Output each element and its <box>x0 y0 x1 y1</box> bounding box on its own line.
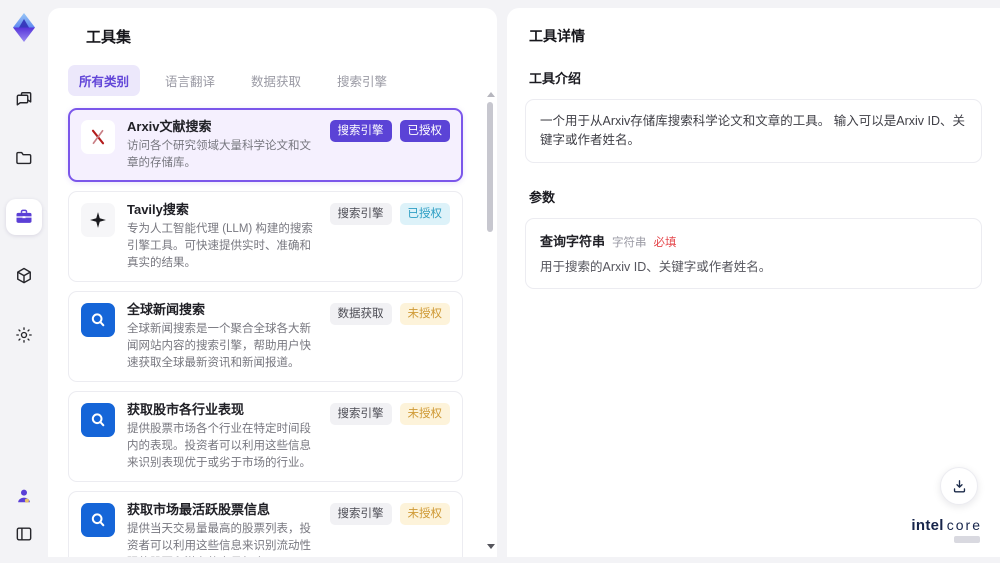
status-badge: 未授权 <box>399 303 450 325</box>
params-heading: 参数 <box>529 190 556 205</box>
status-badge: 已授权 <box>399 120 450 142</box>
tool-description: 提供当天交易量最高的股票列表，投资者可以利用这些信息来识别流动性强的股票和潜在的… <box>127 523 311 552</box>
tool-title: 获取市场最活跃股票信息 <box>127 502 271 517</box>
intel-wordmark: intel <box>911 517 944 534</box>
tool-title: 获取股市各行业表现 <box>127 402 245 417</box>
page-title: 工具集 <box>86 29 132 46</box>
category-badge: 搜索引擎 <box>329 503 392 525</box>
cube-icon <box>17 267 31 284</box>
status-badge: 未授权 <box>399 503 450 525</box>
tool-card-arxiv[interactable]: Arxiv文献搜索 访问各个研究领域大量科学论文和文章的存储库。 搜索引擎 已授… <box>68 108 463 182</box>
category-badge: 搜索引擎 <box>329 403 392 425</box>
download-button[interactable] <box>940 467 978 505</box>
tool-description: 专为人工智能代理 (LLM) 构建的搜索引擎工具。可快速提供实时、准确和真实的结… <box>127 223 313 269</box>
news-search-icon <box>81 303 115 337</box>
sidebar <box>0 0 48 563</box>
tavily-icon <box>81 203 115 237</box>
tab-language-translation[interactable]: 语言翻译 <box>154 65 226 96</box>
tool-details-panel: 工具详情 工具介绍 一个用于从Arxiv存储库搜索科学论文和文章的工具。 输入可… <box>507 8 1000 557</box>
tool-title: Arxiv文献搜索 <box>127 119 212 134</box>
nav-settings[interactable] <box>6 317 42 353</box>
tool-card-active-stocks[interactable]: 获取市场最活跃股票信息 提供当天交易量最高的股票列表，投资者可以利用这些信息来识… <box>68 491 463 557</box>
tab-data-fetching[interactable]: 数据获取 <box>240 65 312 96</box>
tool-description: 访问各个研究领域大量科学论文和文章的存储库。 <box>127 140 311 169</box>
tab-search-engine[interactable]: 搜索引擎 <box>326 65 398 96</box>
download-icon <box>953 479 965 492</box>
nav-chat[interactable] <box>6 81 42 117</box>
arxiv-icon <box>81 120 115 154</box>
tool-card-global-news[interactable]: 全球新闻搜索 全球新闻搜索是一个聚合全球各大新闻网站内容的搜索引擎，帮助用户快速… <box>68 291 463 382</box>
tool-card-sector-performance[interactable]: 获取股市各行业表现 提供股票市场各个行业在特定时间段内的表现。投资者可以利用这些… <box>68 391 463 482</box>
toolbox-icon <box>16 209 32 223</box>
chat-icon <box>16 92 32 106</box>
intel-ultra-badge <box>954 536 980 543</box>
scroll-up-arrow[interactable] <box>487 92 495 97</box>
tool-description: 提供股票市场各个行业在特定时间段内的表现。投资者可以利用这些信息来识别表现优于或… <box>127 423 311 469</box>
param-box: 查询字符串 字符串 必填 用于搜索的Arxiv ID、关键字或作者姓名。 <box>525 218 982 289</box>
list-scrollbar[interactable] <box>486 92 495 551</box>
scroll-down-arrow[interactable] <box>487 544 495 549</box>
param-name: 查询字符串 <box>540 234 606 249</box>
intro-text: 一个用于从Arxiv存储库搜索科学论文和文章的工具。 输入可以是Arxiv ID… <box>540 114 966 147</box>
panel-toggle-icon <box>16 527 32 541</box>
intro-heading: 工具介绍 <box>529 71 582 86</box>
intel-core-logo: intel core <box>911 517 982 543</box>
stock-search-icon <box>81 403 115 437</box>
tool-description: 全球新闻搜索是一个聚合全球各大新闻网站内容的搜索引擎，帮助用户快速获取全球最新资… <box>127 323 311 369</box>
category-tabs: 所有类别 语言翻译 数据获取 搜索引擎 <box>68 65 477 96</box>
nav-packages[interactable] <box>6 258 42 294</box>
param-description: 用于搜索的Arxiv ID、关键字或作者姓名。 <box>540 260 772 274</box>
category-badge: 搜索引擎 <box>329 203 392 225</box>
core-wordmark: core <box>946 517 982 533</box>
category-badge: 搜索引擎 <box>329 120 392 142</box>
tool-list: Arxiv文献搜索 访问各个研究领域大量科学论文和文章的存储库。 搜索引擎 已授… <box>68 108 477 557</box>
category-badge: 数据获取 <box>329 303 392 325</box>
param-required-badge: 必填 <box>653 237 677 249</box>
sidebar-bottom <box>9 481 39 549</box>
app-logo-icon <box>13 13 35 42</box>
tab-all-categories[interactable]: 所有类别 <box>68 65 141 96</box>
tool-list-panel: 工具集 所有类别 语言翻译 数据获取 搜索引擎 Arxiv文献搜索 访问各个研究… <box>48 8 497 557</box>
app-window: 工具集 所有类别 语言翻译 数据获取 搜索引擎 Arxiv文献搜索 访问各个研究… <box>0 0 1000 563</box>
scrollbar-thumb[interactable] <box>487 102 493 232</box>
user-avatar[interactable] <box>9 481 39 511</box>
param-type: 字符串 <box>612 237 647 249</box>
folder-icon <box>16 151 32 165</box>
details-title: 工具详情 <box>529 28 585 44</box>
stock-search-icon <box>81 503 115 537</box>
tool-title: 全球新闻搜索 <box>127 302 206 317</box>
nav-files[interactable] <box>6 140 42 176</box>
intro-box: 一个用于从Arxiv存储库搜索科学论文和文章的工具。 输入可以是Arxiv ID… <box>525 99 982 163</box>
tool-title: Tavily搜索 <box>127 202 189 217</box>
status-badge: 已授权 <box>399 203 450 225</box>
collapse-sidebar-button[interactable] <box>9 519 39 549</box>
user-icon <box>18 489 30 503</box>
tool-card-tavily[interactable]: Tavily搜索 专为人工智能代理 (LLM) 构建的搜索引擎工具。可快速提供实… <box>68 191 463 282</box>
sidebar-nav <box>6 81 42 353</box>
gear-icon <box>16 327 32 343</box>
nav-tools[interactable] <box>6 199 42 235</box>
status-badge: 未授权 <box>399 403 450 425</box>
